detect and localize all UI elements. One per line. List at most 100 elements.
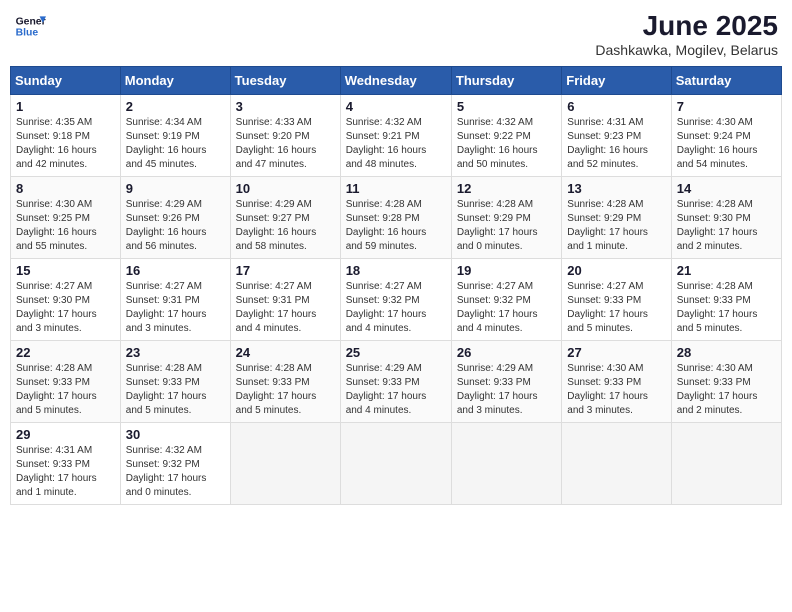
day-info: Sunrise: 4:31 AM Sunset: 9:33 PM Dayligh… — [16, 444, 115, 500]
day-info: Sunrise: 4:28 AM Sunset: 9:33 PM Dayligh… — [126, 362, 225, 418]
day-number: 28 — [677, 345, 776, 360]
calendar-cell: 19Sunrise: 4:27 AM Sunset: 9:32 PM Dayli… — [451, 259, 561, 341]
calendar-week-3: 15Sunrise: 4:27 AM Sunset: 9:30 PM Dayli… — [11, 259, 782, 341]
weekday-header-sunday: Sunday — [11, 67, 121, 95]
day-number: 14 — [677, 181, 776, 196]
day-number: 24 — [236, 345, 335, 360]
calendar-cell: 7Sunrise: 4:30 AM Sunset: 9:24 PM Daylig… — [671, 95, 781, 177]
calendar-week-2: 8 Sunrise: 4:30 AM Sunset: 9:25 PM Daylig… — [11, 177, 782, 259]
day-info: Sunrise: 4:32 AM Sunset: 9:32 PM Dayligh… — [126, 444, 225, 500]
day-number: 20 — [567, 263, 665, 278]
day-info: Sunrise: 4:29 AM Sunset: 9:33 PM Dayligh… — [457, 362, 556, 418]
calendar-cell — [562, 423, 671, 505]
calendar-cell: 29 Sunrise: 4:31 AM Sunset: 9:33 PM Dayli… — [11, 423, 121, 505]
day-info: Sunrise: 4:29 AM Sunset: 9:27 PM Dayligh… — [236, 198, 335, 254]
calendar-cell: 24 Sunrise: 4:28 AM Sunset: 9:33 PM Dayli… — [230, 341, 340, 423]
day-number: 3 — [236, 99, 335, 114]
day-number: 22 — [16, 345, 115, 360]
day-number: 18 — [346, 263, 446, 278]
calendar-cell: 28 Sunrise: 4:30 AM Sunset: 9:33 PM Dayli… — [671, 341, 781, 423]
day-info: Sunrise: 4:33 AM Sunset: 9:20 PM Dayligh… — [236, 116, 335, 172]
day-number: 29 — [16, 427, 115, 442]
calendar-cell: 8 Sunrise: 4:30 AM Sunset: 9:25 PM Daylig… — [11, 177, 121, 259]
weekday-header-row: SundayMondayTuesdayWednesdayThursdayFrid… — [11, 67, 782, 95]
day-info: Sunrise: 4:31 AM Sunset: 9:23 PM Dayligh… — [567, 116, 665, 172]
calendar-cell: 23 Sunrise: 4:28 AM Sunset: 9:33 PM Dayli… — [120, 341, 230, 423]
weekday-header-tuesday: Tuesday — [230, 67, 340, 95]
calendar-cell: 9 Sunrise: 4:29 AM Sunset: 9:26 PM Daylig… — [120, 177, 230, 259]
day-info: Sunrise: 4:28 AM Sunset: 9:29 PM Dayligh… — [457, 198, 556, 254]
calendar-week-5: 29 Sunrise: 4:31 AM Sunset: 9:33 PM Dayli… — [11, 423, 782, 505]
calendar-cell: 18Sunrise: 4:27 AM Sunset: 9:32 PM Dayli… — [340, 259, 451, 341]
day-info: Sunrise: 4:34 AM Sunset: 9:19 PM Dayligh… — [126, 116, 225, 172]
day-info: Sunrise: 4:30 AM Sunset: 9:33 PM Dayligh… — [567, 362, 665, 418]
weekday-header-friday: Friday — [562, 67, 671, 95]
day-info: Sunrise: 4:29 AM Sunset: 9:26 PM Dayligh… — [126, 198, 225, 254]
calendar-cell — [451, 423, 561, 505]
calendar-cell: 12 Sunrise: 4:28 AM Sunset: 9:29 PM Dayli… — [451, 177, 561, 259]
day-number: 6 — [567, 99, 665, 114]
day-number: 8 — [16, 181, 115, 196]
day-info: Sunrise: 4:28 AM Sunset: 9:30 PM Dayligh… — [677, 198, 776, 254]
day-info: Sunrise: 4:35 AM Sunset: 9:18 PM Dayligh… — [16, 116, 115, 172]
calendar-cell — [340, 423, 451, 505]
day-info: Sunrise: 4:27 AM Sunset: 9:33 PM Dayligh… — [567, 280, 665, 336]
day-number: 7 — [677, 99, 776, 114]
calendar-week-4: 22 Sunrise: 4:28 AM Sunset: 9:33 PM Dayli… — [11, 341, 782, 423]
calendar-cell: 26Sunrise: 4:29 AM Sunset: 9:33 PM Dayli… — [451, 341, 561, 423]
day-number: 21 — [677, 263, 776, 278]
calendar-cell: 30 Sunrise: 4:32 AM Sunset: 9:32 PM Dayli… — [120, 423, 230, 505]
calendar-cell: 27 Sunrise: 4:30 AM Sunset: 9:33 PM Dayli… — [562, 341, 671, 423]
day-info: Sunrise: 4:27 AM Sunset: 9:31 PM Dayligh… — [236, 280, 335, 336]
month-title: June 2025 — [595, 10, 778, 42]
day-info: Sunrise: 4:27 AM Sunset: 9:31 PM Dayligh… — [126, 280, 225, 336]
location-subtitle: Dashkawka, Mogilev, Belarus — [595, 42, 778, 58]
day-number: 10 — [236, 181, 335, 196]
day-number: 5 — [457, 99, 556, 114]
day-number: 15 — [16, 263, 115, 278]
day-info: Sunrise: 4:28 AM Sunset: 9:33 PM Dayligh… — [16, 362, 115, 418]
day-number: 25 — [346, 345, 446, 360]
day-info: Sunrise: 4:30 AM Sunset: 9:33 PM Dayligh… — [677, 362, 776, 418]
calendar-week-1: 1 Sunrise: 4:35 AM Sunset: 9:18 PM Daylig… — [11, 95, 782, 177]
calendar-cell: 22 Sunrise: 4:28 AM Sunset: 9:33 PM Dayli… — [11, 341, 121, 423]
calendar-cell: 10 Sunrise: 4:29 AM Sunset: 9:27 PM Dayli… — [230, 177, 340, 259]
calendar-cell: 11 Sunrise: 4:28 AM Sunset: 9:28 PM Dayli… — [340, 177, 451, 259]
calendar-cell — [671, 423, 781, 505]
svg-text:Blue: Blue — [16, 28, 39, 39]
day-number: 12 — [457, 181, 556, 196]
day-number: 27 — [567, 345, 665, 360]
day-number: 4 — [346, 99, 446, 114]
calendar-cell: 3 Sunrise: 4:33 AM Sunset: 9:20 PM Daylig… — [230, 95, 340, 177]
day-info: Sunrise: 4:28 AM Sunset: 9:28 PM Dayligh… — [346, 198, 446, 254]
calendar-cell: 2 Sunrise: 4:34 AM Sunset: 9:19 PM Daylig… — [120, 95, 230, 177]
day-number: 11 — [346, 181, 446, 196]
calendar-cell: 5Sunrise: 4:32 AM Sunset: 9:22 PM Daylig… — [451, 95, 561, 177]
calendar-cell — [230, 423, 340, 505]
day-number: 1 — [16, 99, 115, 114]
calendar-table: SundayMondayTuesdayWednesdayThursdayFrid… — [10, 66, 782, 505]
calendar-cell: 25 Sunrise: 4:29 AM Sunset: 9:33 PM Dayli… — [340, 341, 451, 423]
day-number: 30 — [126, 427, 225, 442]
calendar-cell: 16Sunrise: 4:27 AM Sunset: 9:31 PM Dayli… — [120, 259, 230, 341]
calendar-cell: 6 Sunrise: 4:31 AM Sunset: 9:23 PM Daylig… — [562, 95, 671, 177]
day-info: Sunrise: 4:27 AM Sunset: 9:32 PM Dayligh… — [457, 280, 556, 336]
weekday-header-thursday: Thursday — [451, 67, 561, 95]
day-number: 2 — [126, 99, 225, 114]
calendar-cell: 20 Sunrise: 4:27 AM Sunset: 9:33 PM Dayli… — [562, 259, 671, 341]
calendar-cell: 1 Sunrise: 4:35 AM Sunset: 9:18 PM Daylig… — [11, 95, 121, 177]
calendar-cell: 21 Sunrise: 4:28 AM Sunset: 9:33 PM Dayli… — [671, 259, 781, 341]
day-info: Sunrise: 4:32 AM Sunset: 9:21 PM Dayligh… — [346, 116, 446, 172]
weekday-header-saturday: Saturday — [671, 67, 781, 95]
title-block: June 2025 Dashkawka, Mogilev, Belarus — [595, 10, 778, 58]
calendar-cell: 14 Sunrise: 4:28 AM Sunset: 9:30 PM Dayli… — [671, 177, 781, 259]
day-number: 23 — [126, 345, 225, 360]
day-info: Sunrise: 4:28 AM Sunset: 9:33 PM Dayligh… — [677, 280, 776, 336]
day-info: Sunrise: 4:28 AM Sunset: 9:33 PM Dayligh… — [236, 362, 335, 418]
calendar-cell: 17Sunrise: 4:27 AM Sunset: 9:31 PM Dayli… — [230, 259, 340, 341]
page-header: General Blue General Blue June 2025 Dash… — [10, 10, 782, 58]
weekday-header-monday: Monday — [120, 67, 230, 95]
day-info: Sunrise: 4:30 AM Sunset: 9:25 PM Dayligh… — [16, 198, 115, 254]
day-number: 9 — [126, 181, 225, 196]
day-info: Sunrise: 4:29 AM Sunset: 9:33 PM Dayligh… — [346, 362, 446, 418]
